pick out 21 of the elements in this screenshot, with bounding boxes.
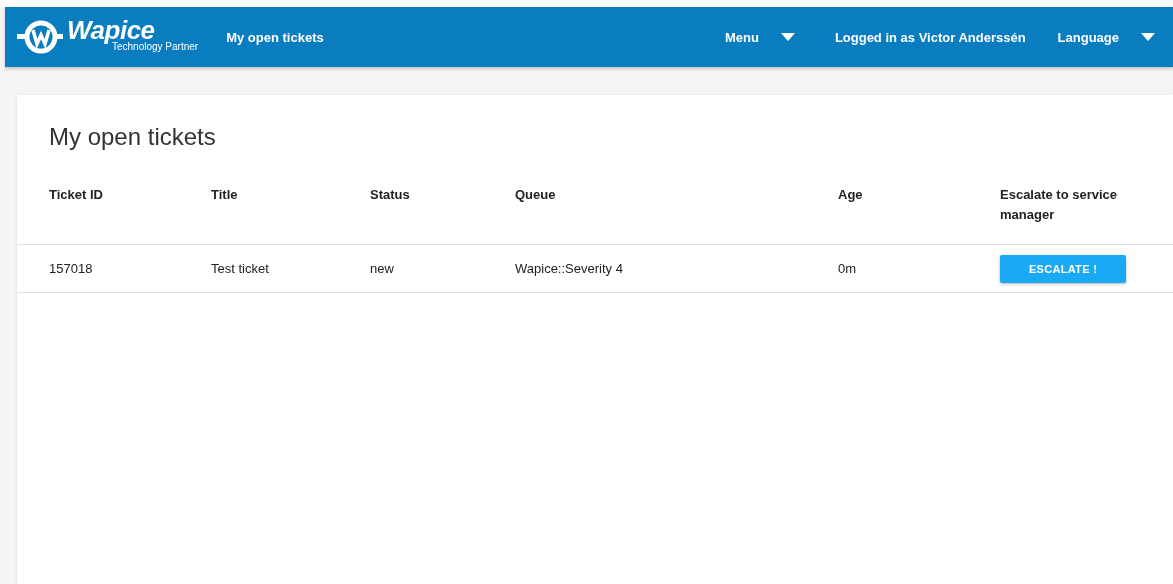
menu-dropdown[interactable]: Menu (724, 29, 795, 45)
column-header: Age (838, 186, 864, 204)
escalate-button[interactable]: ESCALATE ! (1000, 254, 1126, 283)
logo-wordmark: Wapice (67, 17, 155, 43)
column-header: Status (370, 186, 411, 204)
column-header: Queue (515, 186, 557, 204)
caret-icon (780, 33, 795, 41)
column-header: Title (211, 186, 239, 204)
language-dropdown[interactable]: Language (1057, 29, 1155, 45)
nav-link[interactable]: My open tickets (226, 29, 324, 45)
caret-icon (1141, 33, 1155, 41)
table-cell-text: 0m (838, 261, 858, 276)
table-cell-text: new (370, 261, 395, 276)
table-cell-text: Wapice::Severity 4 (515, 261, 624, 276)
logo-tagline: Technology Partner (112, 42, 199, 52)
column-header: Escalate to service manager (1000, 186, 1119, 224)
user-label: Logged in as Victor Anderssén (834, 29, 1026, 45)
column-header: Ticket ID (49, 186, 104, 204)
page-title: My open tickets (48, 122, 217, 152)
table-cell-text: Test ticket (211, 261, 270, 276)
table-cell-text: 157018 (49, 261, 94, 276)
